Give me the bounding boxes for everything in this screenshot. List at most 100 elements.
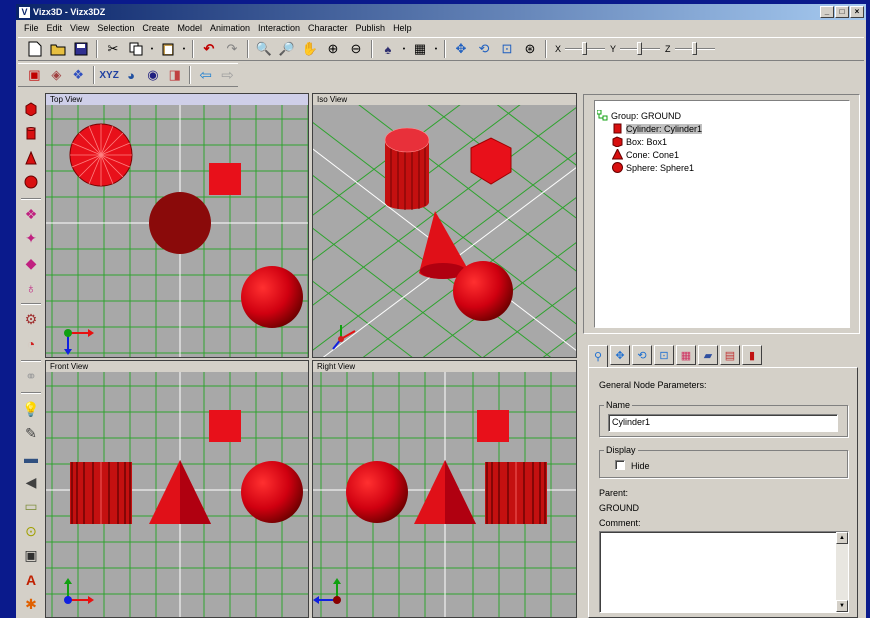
sphere-top-shape[interactable] xyxy=(241,266,303,328)
forward-arrow-icon[interactable]: ⇨ xyxy=(217,65,238,85)
indexed-face-icon[interactable]: ◆ xyxy=(20,252,42,273)
globe-icon[interactable]: ◕ xyxy=(121,65,142,85)
menu-selection[interactable]: Selection xyxy=(93,23,138,33)
tab-geometry-icon[interactable]: ▤ xyxy=(720,345,740,365)
box-create-icon[interactable] xyxy=(20,98,42,119)
viewpoint-icon[interactable]: ▬ xyxy=(20,447,42,468)
tab-shape-icon[interactable]: ▮ xyxy=(742,345,762,365)
sphere-create-icon[interactable] xyxy=(20,171,42,192)
save-icon[interactable] xyxy=(70,39,92,59)
cone-top-shape[interactable] xyxy=(149,192,211,254)
cylinder-top-shape[interactable] xyxy=(69,123,133,187)
menu-edit[interactable]: Edit xyxy=(43,23,67,33)
top-viewport-canvas[interactable] xyxy=(46,105,309,358)
top-viewport[interactable]: Top View xyxy=(45,93,309,358)
tab-rotate-icon[interactable]: ⟲ xyxy=(632,345,652,365)
tree-item-cone[interactable]: Cone: Cone1 xyxy=(612,149,679,160)
menu-interaction[interactable]: Interaction xyxy=(254,23,304,33)
tree-item-box[interactable]: Box: Box1 xyxy=(612,136,667,147)
menu-publish[interactable]: Publish xyxy=(352,23,390,33)
front-viewport-canvas[interactable] xyxy=(46,372,309,618)
tab-scale-icon[interactable]: ⊡ xyxy=(654,345,674,365)
background-icon[interactable]: ◨ xyxy=(164,65,185,85)
scroll-down-icon[interactable]: ▼ xyxy=(836,600,848,612)
menu-create[interactable]: Create xyxy=(138,23,173,33)
open-folder-icon[interactable] xyxy=(47,39,69,59)
comment-textarea[interactable]: ▲ ▼ xyxy=(599,531,849,613)
elevation-grid-icon[interactable]: ✦ xyxy=(20,228,42,249)
cylinder-create-icon[interactable] xyxy=(20,122,42,143)
name-input[interactable]: Cylinder1 xyxy=(608,414,838,432)
texture-icon[interactable]: ◈ xyxy=(46,65,67,85)
new-file-icon[interactable] xyxy=(24,39,46,59)
zoom-out-icon[interactable]: ⊖ xyxy=(345,39,367,59)
text-shape-icon[interactable]: ♁ xyxy=(20,277,42,298)
z-slider[interactable]: Z xyxy=(665,42,715,55)
undo-icon[interactable]: ↶ xyxy=(198,39,220,59)
sound-icon[interactable]: ◀ xyxy=(20,472,42,493)
multi-texture-icon[interactable]: ❖ xyxy=(68,65,89,85)
box-front-shape[interactable] xyxy=(209,410,241,442)
back-arrow-icon[interactable]: ⇦ xyxy=(195,65,216,85)
sparkle-icon[interactable]: ✱ xyxy=(20,594,42,615)
zoom-in-icon[interactable]: ⊕ xyxy=(322,39,344,59)
cone-create-icon[interactable] xyxy=(20,147,42,168)
scroll-up-icon[interactable]: ▲ xyxy=(836,532,848,544)
text-icon[interactable]: A xyxy=(20,569,42,590)
sensor-icon[interactable]: ⊙ xyxy=(20,521,42,542)
front-viewport[interactable]: Front View xyxy=(45,360,309,618)
sphere-front-shape[interactable] xyxy=(241,461,303,523)
pan-hand-icon[interactable]: ✋ xyxy=(299,39,321,59)
close-button[interactable]: × xyxy=(850,6,864,18)
box-iso-shape[interactable] xyxy=(470,137,512,185)
light-icon[interactable]: ♠ xyxy=(377,39,399,59)
copy-dropdown-icon[interactable]: • xyxy=(148,46,156,53)
redo-icon[interactable]: ↷ xyxy=(221,39,243,59)
maximize-button[interactable]: □ xyxy=(835,6,849,18)
cylinder-front-shape[interactable] xyxy=(70,462,132,524)
xyz-icon[interactable]: XYZ xyxy=(99,65,120,85)
scene-tree[interactable]: Group: GROUND Cylinder: Cylinder1 Box: B… xyxy=(594,100,850,328)
minimize-button[interactable]: _ xyxy=(820,6,834,18)
menu-view[interactable]: View xyxy=(66,23,93,33)
box-right-shape[interactable] xyxy=(477,410,509,442)
zoom-icon[interactable]: 🔎 xyxy=(276,39,298,59)
comment-scrollbar[interactable]: ▲ ▼ xyxy=(836,532,848,612)
menu-model[interactable]: Model xyxy=(173,23,206,33)
anchor-icon[interactable]: ▣ xyxy=(20,545,42,566)
hide-checkbox[interactable] xyxy=(615,460,625,470)
tree-item-sphere[interactable]: Sphere: Sphere1 xyxy=(612,162,694,173)
sphere-right-shape[interactable] xyxy=(346,461,408,523)
tab-color-icon[interactable]: ▦ xyxy=(676,345,696,365)
tab-general-icon[interactable]: ⚲ xyxy=(588,345,608,367)
extrusion-icon[interactable]: ❖ xyxy=(20,204,42,225)
menu-file[interactable]: File xyxy=(20,23,43,33)
light-dropdown-icon[interactable]: • xyxy=(400,46,408,53)
sphere-iso-shape[interactable] xyxy=(453,261,513,321)
environment-icon[interactable]: ◉ xyxy=(142,65,163,85)
viewport-layout-icon[interactable]: ▦ xyxy=(409,39,431,59)
cut-icon[interactable]: ✂ xyxy=(102,39,124,59)
iso-viewport[interactable]: Iso View xyxy=(312,93,577,358)
box-top-shape[interactable] xyxy=(209,163,241,195)
zoom-extents-icon[interactable]: 🔍 xyxy=(253,39,275,59)
layout-dropdown-icon[interactable]: • xyxy=(432,46,440,53)
menu-animation[interactable]: Animation xyxy=(206,23,254,33)
cylinder-right-shape[interactable] xyxy=(485,462,547,524)
cylinder-iso-shape[interactable] xyxy=(384,127,430,210)
tab-texture-icon[interactable]: ▰ xyxy=(698,345,718,365)
tree-item-group[interactable]: Group: GROUND xyxy=(597,110,681,121)
navigate-icon[interactable]: ⊛ xyxy=(519,39,541,59)
y-slider[interactable]: Y xyxy=(610,42,661,55)
right-viewport-canvas[interactable] xyxy=(313,372,577,618)
background-create-icon[interactable]: ▭ xyxy=(20,496,42,517)
x-slider[interactable]: X xyxy=(555,42,606,55)
cone-iso-shape[interactable] xyxy=(419,211,469,279)
paste-icon[interactable] xyxy=(157,39,179,59)
timer-icon[interactable]: ◔ xyxy=(20,334,42,355)
move-icon[interactable]: ✥ xyxy=(450,39,472,59)
menu-help[interactable]: Help xyxy=(389,23,416,33)
material-icon[interactable]: ▣ xyxy=(24,65,45,85)
iso-viewport-canvas[interactable] xyxy=(313,105,577,358)
menu-character[interactable]: Character xyxy=(304,23,352,33)
